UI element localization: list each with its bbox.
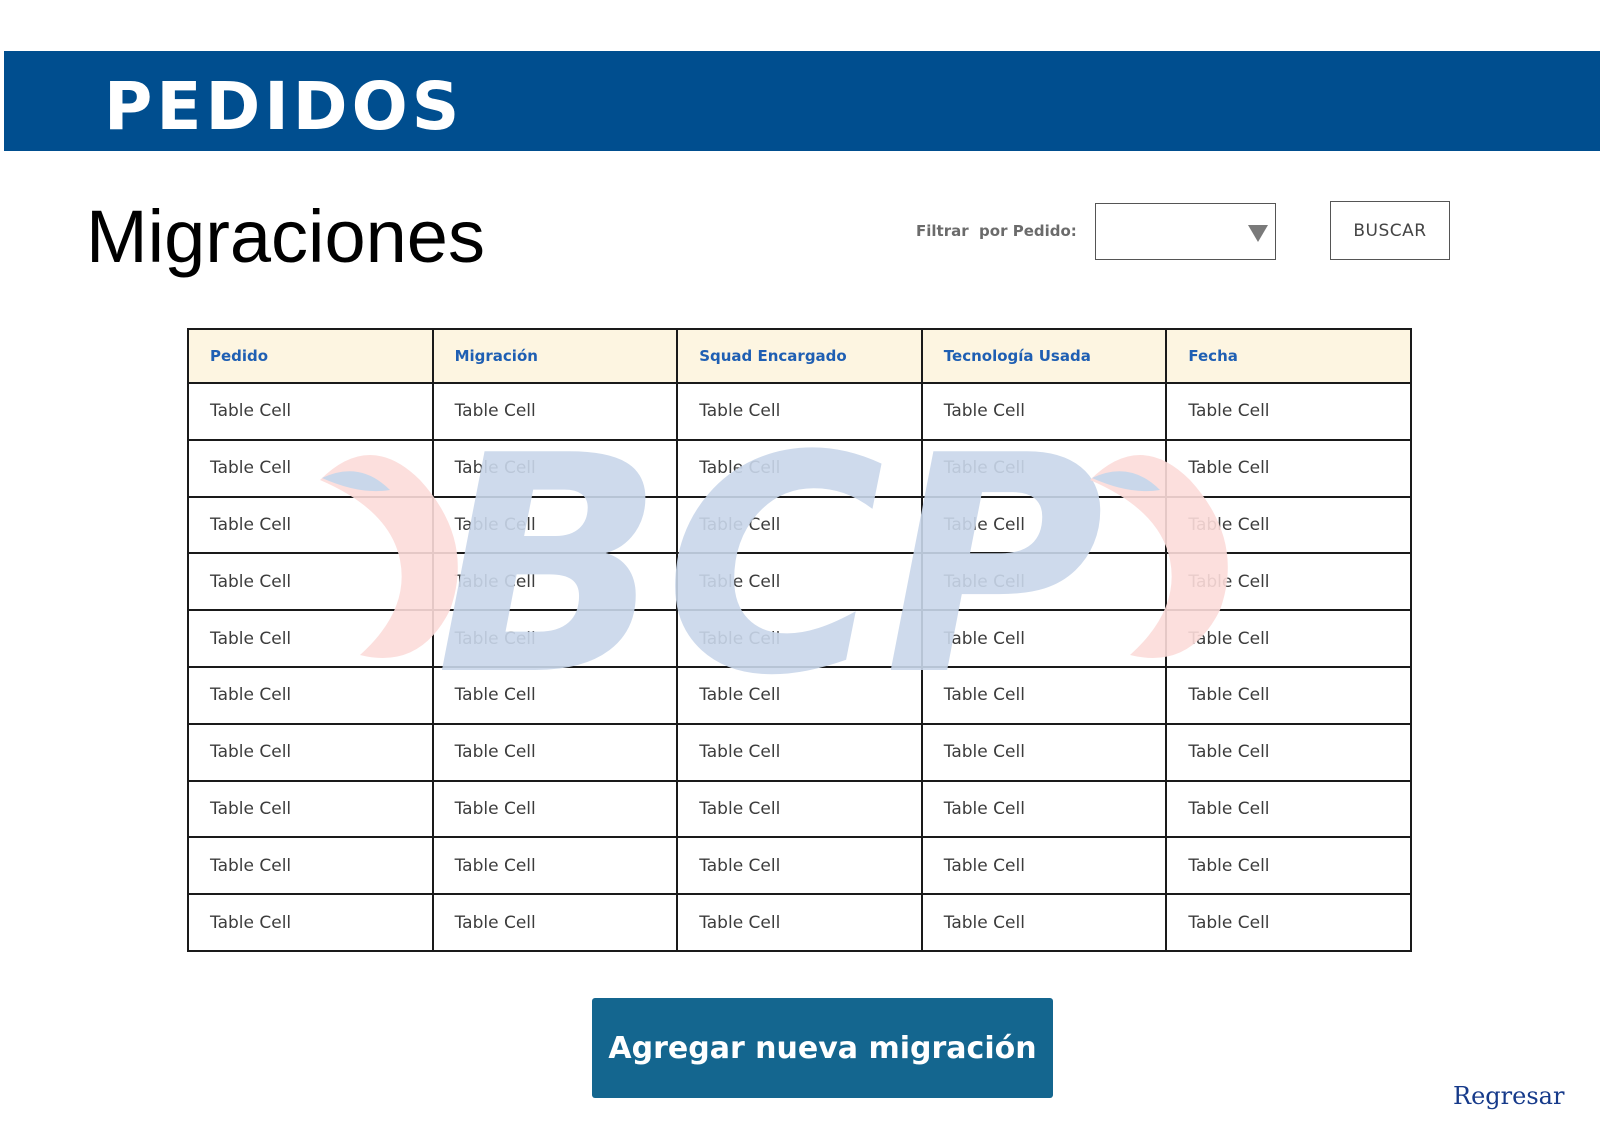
table-cell: Table Cell [676,665,923,725]
table-cell: Table Cell [920,382,1168,441]
table-cell: Table Cell [676,779,923,839]
pedido-filter-select[interactable] [1095,203,1276,260]
table-cell: Table Cell [920,665,1168,725]
table-cell: Table Cell [431,382,679,441]
table-cell: Table Cell [187,495,434,555]
table-cell: Table Cell [187,893,434,952]
table-cell: Table Cell [1165,552,1412,612]
table-row: Table Cell Table Cell Table Cell Table Cell… [187,779,1412,839]
filter-label: Filtrar por Pedido: [916,222,1077,240]
table-cell: Table Cell [187,722,434,782]
table-cell: Table Cell [431,836,679,896]
table-row: Table Cell Table Cell Table Cell Table Cell… [187,609,1412,668]
table-cell: Table Cell [187,552,434,612]
table-cell: Table Cell [1165,779,1412,839]
table-cell: Table Cell [431,722,679,782]
table-cell: Table Cell [676,438,923,498]
table-cell: Table Cell [920,893,1168,952]
column-header-fecha: Fecha [1165,328,1412,384]
table-cell: Table Cell [187,779,434,839]
table-cell: Table Cell [187,609,434,668]
table-cell: Table Cell [676,836,923,896]
table-row: Table Cell Table Cell Table Cell Table Cell… [187,382,1412,441]
table-cell: Table Cell [676,552,923,612]
table-row: Table Cell Table Cell Table Cell Table Cell… [187,893,1412,952]
table-row: Table Cell Table Cell Table Cell Table Cell… [187,836,1412,896]
migrations-table-container: Pedido Migración Squad Encargado Tecnología… [187,328,1412,952]
table-cell: Table Cell [1165,609,1412,668]
column-header-pedido: Pedido [187,328,434,384]
table-cell: Table Cell [431,665,679,725]
table-cell: Table Cell [920,552,1168,612]
table-cell: Table Cell [676,382,923,441]
table-header-row: Pedido Migración Squad Encargado Tecnología… [187,328,1412,384]
table-cell: Table Cell [676,609,923,668]
column-header-squad-encargado: Squad Encargado [676,328,923,384]
table-cell: Table Cell [187,382,434,441]
table-cell: Table Cell [920,438,1168,498]
table-cell: Table Cell [1165,722,1412,782]
add-migration-button[interactable]: Agregar nueva migración [592,998,1053,1098]
search-button[interactable]: BUSCAR [1330,201,1450,260]
table-cell: Table Cell [1165,495,1412,555]
page-title: Migraciones [86,195,485,278]
table-cell: Table Cell [920,722,1168,782]
table-cell: Table Cell [676,495,923,555]
migrations-table: Pedido Migración Squad Encargado Tecnología… [187,328,1412,952]
table-cell: Table Cell [920,779,1168,839]
table-row: Table Cell Table Cell Table Cell Table Cell… [187,665,1412,725]
table-cell: Table Cell [187,438,434,498]
table-cell: Table Cell [431,495,679,555]
table-row: Table Cell Table Cell Table Cell Table Cell… [187,495,1412,555]
table-cell: Table Cell [676,722,923,782]
table-cell: Table Cell [187,665,434,725]
table-cell: Table Cell [676,893,923,952]
table-cell: Table Cell [1165,893,1412,952]
header-title: PEDIDOS [104,68,464,145]
table-cell: Table Cell [1165,438,1412,498]
table-cell: Table Cell [431,609,679,668]
table-cell: Table Cell [920,836,1168,896]
column-header-migración: Migración [431,328,679,384]
table-cell: Table Cell [187,836,434,896]
table-row: Table Cell Table Cell Table Cell Table Cell… [187,552,1412,612]
table-row: Table Cell Table Cell Table Cell Table Cell… [187,722,1412,782]
table-cell: Table Cell [431,893,679,952]
table-cell: Table Cell [920,495,1168,555]
table-cell: Table Cell [431,438,679,498]
table-cell: Table Cell [1165,665,1412,725]
table-cell: Table Cell [1165,382,1412,441]
table-cell: Table Cell [920,609,1168,668]
back-link[interactable]: Regresar [1453,1082,1564,1110]
table-cell: Table Cell [431,779,679,839]
table-row: Table Cell Table Cell Table Cell Table Cell… [187,438,1412,498]
column-header-tecnología-usada: Tecnología Usada [920,328,1168,384]
table-cell: Table Cell [431,552,679,612]
table-cell: Table Cell [1165,836,1412,896]
dropdown-arrow-icon [1248,225,1268,242]
